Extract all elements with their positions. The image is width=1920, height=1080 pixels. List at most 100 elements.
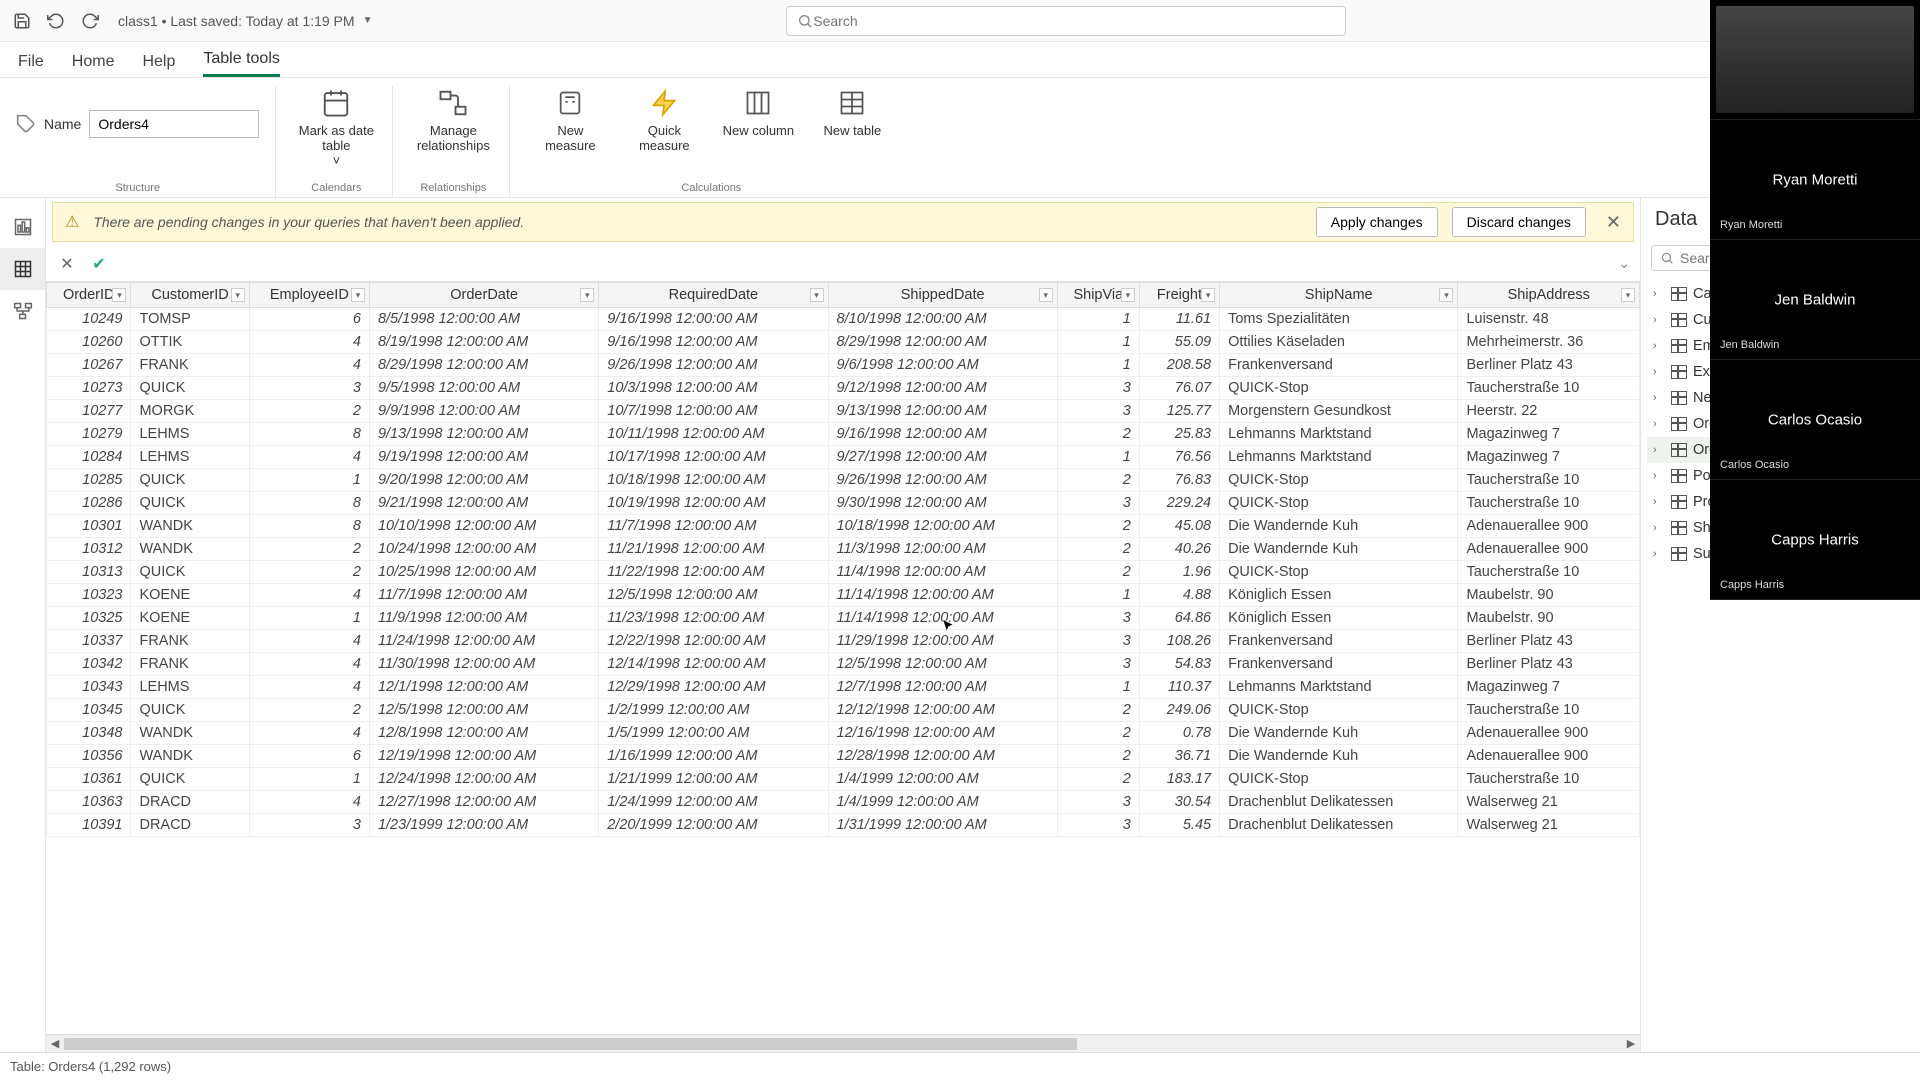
cell[interactable]: Morgenstern Gesundkost xyxy=(1220,400,1458,423)
cell[interactable]: 2 xyxy=(1057,515,1139,538)
table-row[interactable]: 10260OTTIK48/19/1998 12:00:00 AM9/16/199… xyxy=(47,331,1640,354)
cell[interactable]: Taucherstraße 10 xyxy=(1458,469,1640,492)
filter-dropdown-icon[interactable]: ▾ xyxy=(231,288,245,302)
cell[interactable]: 8 xyxy=(249,492,369,515)
cell[interactable]: Drachenblut Delikatessen xyxy=(1220,814,1458,837)
expand-formula-icon[interactable]: ⌄ xyxy=(1618,255,1630,272)
cell[interactable]: 10284 xyxy=(47,446,131,469)
cell[interactable]: 55.09 xyxy=(1139,331,1219,354)
cell[interactable]: 12/19/1998 12:00:00 AM xyxy=(369,745,598,768)
save-icon[interactable] xyxy=(12,11,32,31)
cell[interactable]: Maubelstr. 90 xyxy=(1458,607,1640,630)
table-row[interactable]: 10286QUICK89/21/1998 12:00:00 AM10/19/19… xyxy=(47,492,1640,515)
cell[interactable]: Die Wandernde Kuh xyxy=(1220,745,1458,768)
cancel-formula-icon[interactable]: ✕ xyxy=(56,253,78,275)
cell[interactable]: 10249 xyxy=(47,308,131,331)
cell[interactable]: 9/16/1998 12:00:00 AM xyxy=(828,423,1057,446)
quick-measure-button[interactable]: Quick measure xyxy=(624,86,704,154)
cell[interactable]: 3 xyxy=(1057,630,1139,653)
cell[interactable]: 10/3/1998 12:00:00 AM xyxy=(599,377,828,400)
table-row[interactable]: 10363DRACD412/27/1998 12:00:00 AM1/24/19… xyxy=(47,791,1640,814)
cell[interactable]: 45.08 xyxy=(1139,515,1219,538)
cell[interactable]: KOENE xyxy=(131,584,249,607)
cell[interactable]: Magazinweg 7 xyxy=(1458,676,1640,699)
cell[interactable]: 2 xyxy=(1057,561,1139,584)
cell[interactable]: Frankenversand xyxy=(1220,630,1458,653)
tab-file[interactable]: File xyxy=(18,53,44,77)
cell[interactable]: 11/9/1998 12:00:00 AM xyxy=(369,607,598,630)
cell[interactable]: 1 xyxy=(1057,354,1139,377)
cell[interactable]: 3 xyxy=(1057,400,1139,423)
cell[interactable]: 3 xyxy=(1057,377,1139,400)
column-header[interactable]: ShippedDate▾ xyxy=(828,283,1057,308)
cell[interactable]: 2 xyxy=(1057,469,1139,492)
redo-icon[interactable] xyxy=(80,11,100,31)
cell[interactable]: QUICK xyxy=(131,561,249,584)
cell[interactable]: QUICK xyxy=(131,699,249,722)
table-row[interactable]: 10356WANDK612/19/1998 12:00:00 AM1/16/19… xyxy=(47,745,1640,768)
cell[interactable]: 10260 xyxy=(47,331,131,354)
report-view-button[interactable] xyxy=(0,206,45,248)
cell[interactable]: 5.45 xyxy=(1139,814,1219,837)
cell[interactable]: Heerstr. 22 xyxy=(1458,400,1640,423)
cell[interactable]: 10323 xyxy=(47,584,131,607)
cell[interactable]: QUICK xyxy=(131,377,249,400)
scroll-right-icon[interactable]: ▶ xyxy=(1622,1037,1640,1050)
cell[interactable]: 10/10/1998 12:00:00 AM xyxy=(369,515,598,538)
table-row[interactable]: 10348WANDK412/8/1998 12:00:00 AM1/5/1999… xyxy=(47,722,1640,745)
close-infobar-icon[interactable]: ✕ xyxy=(1606,212,1621,233)
cell[interactable]: 10/24/1998 12:00:00 AM xyxy=(369,538,598,561)
cell[interactable]: Königlich Essen xyxy=(1220,607,1458,630)
data-view-button[interactable] xyxy=(0,248,45,290)
new-table-button[interactable]: New table xyxy=(812,86,892,139)
cell[interactable]: 12/14/1998 12:00:00 AM xyxy=(599,653,828,676)
filter-dropdown-icon[interactable]: ▾ xyxy=(1621,288,1635,302)
cell[interactable]: 10356 xyxy=(47,745,131,768)
cell[interactable]: 1/5/1999 12:00:00 AM xyxy=(599,722,828,745)
cell[interactable]: QUICK-Stop xyxy=(1220,469,1458,492)
cell[interactable]: 249.06 xyxy=(1139,699,1219,722)
cell[interactable]: 1 xyxy=(249,607,369,630)
scroll-track[interactable] xyxy=(64,1038,1622,1050)
cell[interactable]: 2 xyxy=(249,538,369,561)
cell[interactable]: DRACD xyxy=(131,814,249,837)
column-header[interactable]: CustomerID▾ xyxy=(131,283,249,308)
tab-table-tools[interactable]: Table tools xyxy=(203,50,280,77)
cell[interactable]: 3 xyxy=(1057,607,1139,630)
cell[interactable]: 76.83 xyxy=(1139,469,1219,492)
table-row[interactable]: 10312WANDK210/24/1998 12:00:00 AM11/21/1… xyxy=(47,538,1640,561)
table-row[interactable]: 10313QUICK210/25/1998 12:00:00 AM11/22/1… xyxy=(47,561,1640,584)
table-row[interactable]: 10267FRANK48/29/1998 12:00:00 AM9/26/199… xyxy=(47,354,1640,377)
cell[interactable]: 3 xyxy=(249,814,369,837)
cell[interactable]: 11/24/1998 12:00:00 AM xyxy=(369,630,598,653)
cell[interactable]: WANDK xyxy=(131,745,249,768)
filter-dropdown-icon[interactable]: ▾ xyxy=(351,288,365,302)
cell[interactable]: 6 xyxy=(249,745,369,768)
cell[interactable]: MORGK xyxy=(131,400,249,423)
cell[interactable]: 10/18/1998 12:00:00 AM xyxy=(599,469,828,492)
cell[interactable]: Toms Spezialitäten xyxy=(1220,308,1458,331)
cell[interactable]: 2 xyxy=(1057,722,1139,745)
cell[interactable]: 2 xyxy=(1057,699,1139,722)
new-measure-button[interactable]: New measure xyxy=(530,86,610,154)
filter-dropdown-icon[interactable]: ▾ xyxy=(1439,288,1453,302)
cell[interactable]: 2 xyxy=(1057,538,1139,561)
cell[interactable]: 1 xyxy=(249,768,369,791)
cell[interactable]: 1 xyxy=(249,469,369,492)
table-row[interactable]: 10337FRANK411/24/1998 12:00:00 AM12/22/1… xyxy=(47,630,1640,653)
cell[interactable]: WANDK xyxy=(131,515,249,538)
cell[interactable]: 8 xyxy=(249,515,369,538)
cell[interactable]: 10/25/1998 12:00:00 AM xyxy=(369,561,598,584)
cell[interactable]: 10312 xyxy=(47,538,131,561)
cell[interactable]: 10391 xyxy=(47,814,131,837)
table-row[interactable]: 10301WANDK810/10/1998 12:00:00 AM11/7/19… xyxy=(47,515,1640,538)
table-row[interactable]: 10323KOENE411/7/1998 12:00:00 AM12/5/199… xyxy=(47,584,1640,607)
cell[interactable]: Taucherstraße 10 xyxy=(1458,561,1640,584)
mark-as-date-table-button[interactable]: Mark as date table ˅ xyxy=(296,86,376,169)
cell[interactable]: 10/18/1998 12:00:00 AM xyxy=(828,515,1057,538)
cell[interactable]: 9/19/1998 12:00:00 AM xyxy=(369,446,598,469)
cell[interactable]: Die Wandernde Kuh xyxy=(1220,538,1458,561)
table-row[interactable]: 10325KOENE111/9/1998 12:00:00 AM11/23/19… xyxy=(47,607,1640,630)
filter-dropdown-icon[interactable]: ▾ xyxy=(112,288,126,302)
filter-dropdown-icon[interactable]: ▾ xyxy=(580,288,594,302)
